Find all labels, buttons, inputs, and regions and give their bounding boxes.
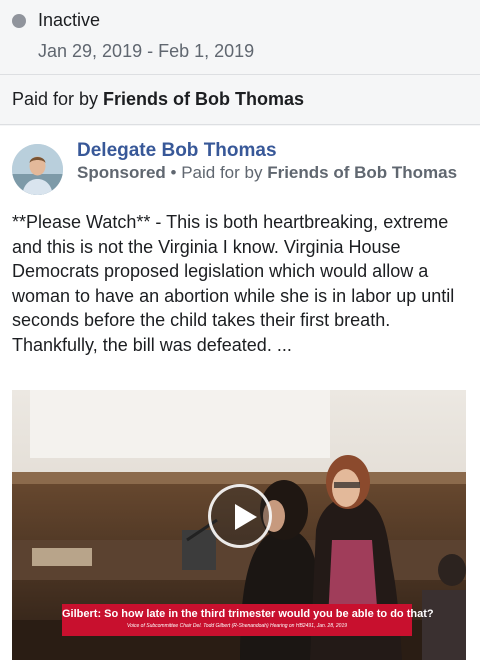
ad-status-section: Inactive Jan 29, 2019 - Feb 1, 2019 (0, 0, 480, 75)
avatar[interactable] (12, 144, 63, 195)
video-caption-bar: Gilbert: So how late in the third trimes… (62, 604, 434, 636)
ad-body-text: **Please Watch** - This is both heartbre… (12, 212, 455, 355)
paid-for-disclaimer: Paid for by Friends of Bob Thomas (0, 75, 480, 125)
date-range: Jan 29, 2019 - Feb 1, 2019 (38, 41, 255, 61)
ad-card: Delegate Bob Thomas Sponsored • Paid for… (0, 126, 480, 660)
separator-dot: • (165, 163, 182, 182)
video-caption: Gilbert: So how late in the third trimes… (62, 608, 434, 620)
status-row: Inactive (12, 10, 100, 31)
status-dot-icon (12, 13, 26, 28)
advertiser-name[interactable]: Delegate Bob Thomas (77, 140, 277, 162)
video-player[interactable]: Gilbert: So how late in the third trimes… (12, 390, 466, 660)
sponsored-line: Sponsored • Paid for by Friends of Bob T… (77, 164, 467, 182)
sponsored-label: Sponsored (77, 163, 166, 182)
play-button[interactable] (208, 484, 272, 548)
sponsored-paid-prefix: Paid for by (181, 163, 268, 182)
sponsored-payer[interactable]: Friends of Bob Thomas (267, 163, 457, 182)
paid-for-name[interactable]: Friends of Bob Thomas (103, 89, 304, 110)
paid-for-prefix: Paid for by (12, 89, 104, 109)
status-label: Inactive (38, 10, 101, 30)
video-subcaption: Voice of Subcommittee Chair Del. Todd Gi… (126, 623, 348, 629)
